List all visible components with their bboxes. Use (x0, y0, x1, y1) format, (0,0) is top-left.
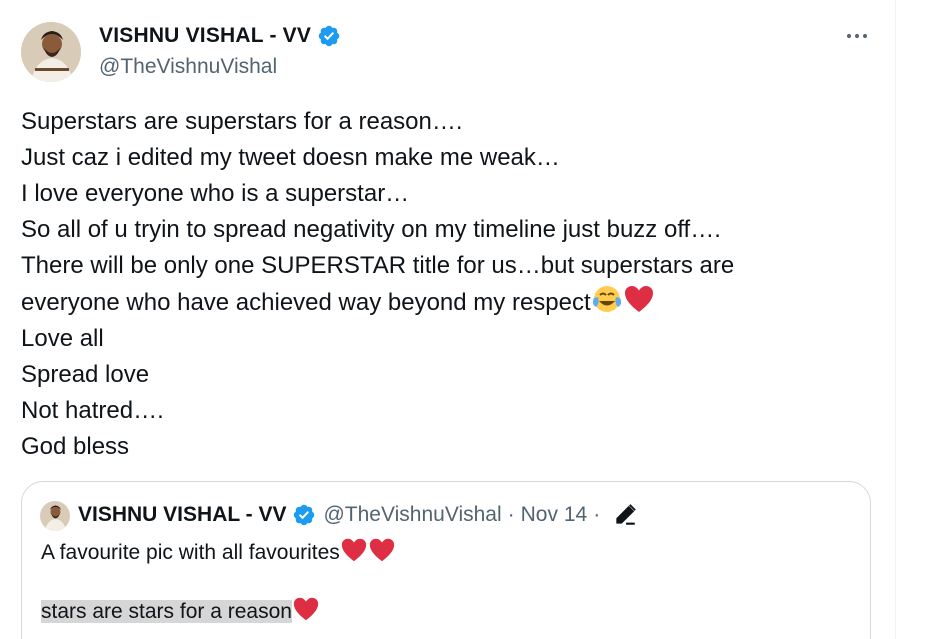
tweet-line: Superstars are superstars for a reason…. (21, 108, 463, 135)
tweet-line-with-emoji: everyone who have achieved way beyond my… (21, 284, 881, 321)
tweet-line: Just caz i edited my tweet doesn make me… (21, 144, 560, 171)
tweet-line: Spread love (21, 361, 150, 388)
tweet-line: God bless (21, 433, 130, 460)
tweet-line: I love everyone who is a superstar… (21, 180, 410, 207)
author-handle[interactable]: @TheVishnuVishal (99, 55, 277, 79)
quoted-author-handle: @TheVishnuVishal (323, 503, 502, 526)
verified-badge-icon[interactable] (317, 24, 341, 48)
tweet-line: There will be only one SUPERSTAR title f… (21, 252, 735, 279)
red-heart-emoji (341, 538, 366, 562)
author-avatar[interactable] (21, 22, 81, 82)
column-divider (895, 0, 896, 639)
red-heart-emoji (293, 597, 319, 621)
tweet-line: So all of u tryin to spread negativity o… (21, 216, 721, 243)
red-heart-emoji (624, 286, 653, 312)
quoted-author-avatar[interactable] (40, 501, 70, 531)
more-options-icon[interactable] (842, 26, 872, 46)
tweet-text: Superstars are superstars for a reason….… (21, 104, 881, 465)
quoted-tweet-header: VISHNU VISHAL - VV @TheVishnuVishal · No… (78, 502, 638, 528)
tweet-line-text: everyone who have achieved way beyond my… (21, 289, 591, 316)
verified-badge-icon (294, 504, 315, 526)
edited-pencil-icon[interactable] (612, 502, 638, 528)
quoted-tweet-text-line2: stars are stars for a reason (41, 596, 320, 627)
tweet-line: Not hatred…. (21, 397, 164, 424)
separator-dot: · (507, 503, 515, 526)
author-display-name[interactable]: VISHNU VISHAL - VV (99, 24, 311, 48)
quoted-tweet-text-content: A favourite pic with all favourites (41, 541, 340, 564)
highlighted-text: stars are stars for a reason (41, 600, 292, 623)
face-with-tears-of-joy-emoji (592, 286, 621, 312)
quoted-tweet-text: A favourite pic with all favourites (41, 537, 396, 568)
separator-dot: · (593, 503, 601, 526)
quoted-author-name: VISHNU VISHAL - VV (78, 503, 287, 526)
red-heart-emoji (369, 538, 394, 562)
quoted-tweet-card[interactable]: VISHNU VISHAL - VV @TheVishnuVishal · No… (21, 481, 871, 639)
quoted-tweet-date: Nov 14 (520, 503, 588, 526)
author-name-row: VISHNU VISHAL - VV (99, 24, 341, 48)
tweet-line: Love all (21, 325, 104, 352)
